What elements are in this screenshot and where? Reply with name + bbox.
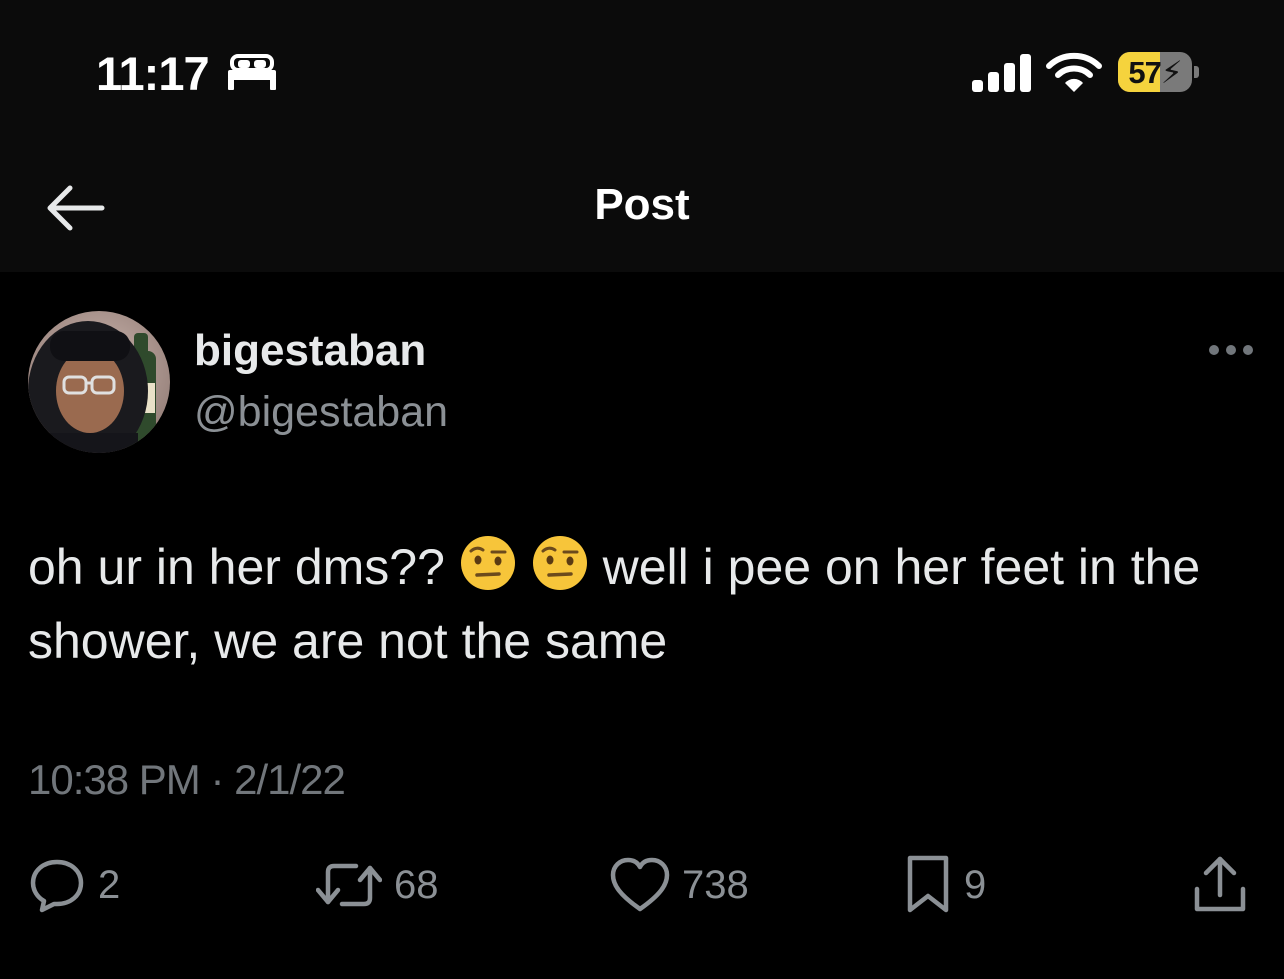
- signal-icon: [972, 54, 1031, 92]
- share-icon: [1194, 856, 1246, 912]
- reply-button[interactable]: 2: [28, 852, 120, 918]
- charging-bolt-icon: ⚡︎: [1160, 55, 1183, 90]
- page-title: Post: [594, 180, 690, 229]
- share-button[interactable]: [1192, 852, 1248, 918]
- avatar[interactable]: [28, 311, 170, 453]
- like-button[interactable]: 738: [610, 852, 749, 918]
- tweet-text: oh ur in her dms?? well i pee on her fee…: [28, 530, 1258, 678]
- battery-percent: 57⚡︎: [1128, 55, 1183, 90]
- bookmark-button[interactable]: 9: [904, 852, 986, 918]
- tweet-text-part1: oh ur in her dms??: [28, 539, 445, 595]
- bookmark-count: 9: [964, 862, 987, 907]
- user-handle[interactable]: @bigestaban: [194, 388, 448, 437]
- more-icon[interactable]: [1206, 338, 1256, 362]
- bookmark-icon: [907, 855, 949, 913]
- repost-button[interactable]: 68: [316, 852, 439, 918]
- display-name[interactable]: bigestaban: [194, 326, 426, 376]
- repost-count: 68: [394, 862, 439, 907]
- tweet-timestamp[interactable]: 10:38 PM · 2/1/22: [28, 756, 346, 804]
- reply-count: 2: [98, 862, 121, 907]
- face-with-raised-eyebrow-emoji: [532, 536, 587, 590]
- battery-indicator: 57⚡︎: [1118, 52, 1199, 92]
- like-count: 738: [682, 862, 749, 907]
- reply-icon: [30, 859, 84, 913]
- heart-icon: [610, 857, 670, 912]
- face-with-raised-eyebrow-emoji: [460, 536, 515, 590]
- bed-icon: [228, 54, 276, 90]
- status-time: 11:17: [96, 47, 210, 100]
- wifi-icon: [1046, 52, 1102, 92]
- top-bar: [0, 0, 1284, 272]
- repost-icon: [316, 863, 382, 907]
